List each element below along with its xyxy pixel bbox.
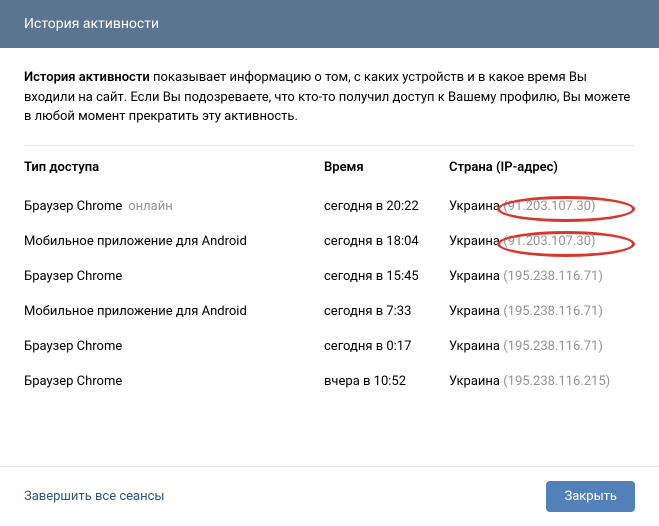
session-time: сегодня в 20:22 [324, 199, 449, 214]
session-country: Украина (91.203.107.30) [449, 234, 635, 249]
country-label: Украина [449, 269, 503, 284]
ip-address: (91.203.107.30) [503, 199, 595, 214]
country-label: Украина [449, 199, 503, 214]
country-label: Украина [449, 339, 503, 354]
description-bold: История активности [24, 70, 150, 85]
modal-body: История активности показывает информацию… [0, 48, 659, 466]
end-all-sessions-button[interactable]: Завершить все сеансы [24, 489, 165, 504]
table-row: Браузер Chrome вчера в 10:52Украина (195.… [24, 364, 635, 399]
country-label: Украина [449, 304, 503, 319]
table-header: Тип доступа Время Страна (IP-адрес) [24, 160, 635, 189]
table-row: Мобильное приложение для Android сегодня … [24, 224, 635, 259]
session-type: Мобильное приложение для Android [24, 234, 324, 249]
ip-address: (91.203.107.30) [503, 234, 595, 249]
session-country: Украина (195.238.116.71) [449, 339, 635, 354]
activity-history-modal: История активности История активности по… [0, 0, 659, 526]
session-type-label: Мобильное приложение для Android [24, 304, 247, 319]
table-row: Браузер Chrome онлайн сегодня в 20:22Украи… [24, 189, 635, 224]
session-country: Украина (195.238.116.215) [449, 374, 635, 389]
ip-address: (195.238.116.71) [503, 339, 603, 354]
session-time: сегодня в 0:17 [324, 339, 449, 354]
session-country: Украина (195.238.116.71) [449, 269, 635, 284]
session-type-label: Браузер Chrome [24, 199, 122, 214]
session-type: Браузер Chrome [24, 339, 324, 354]
table-row: Браузер Chrome сегодня в 0:17Украина (195… [24, 329, 635, 364]
header-time: Время [324, 160, 449, 175]
session-time: сегодня в 18:04 [324, 234, 449, 249]
ip-address: (195.238.116.71) [503, 269, 603, 284]
session-type-label: Браузер Chrome [24, 374, 122, 389]
table-row: Браузер Chrome сегодня в 15:45Украина (19… [24, 259, 635, 294]
description-text: История активности показывает информацию… [24, 68, 635, 127]
session-type: Браузер Chrome [24, 374, 324, 389]
modal-footer: Завершить все сеансы Закрыть [0, 466, 659, 526]
modal-title: История активности [24, 16, 159, 32]
modal-header: История активности [0, 0, 659, 48]
close-button[interactable]: Закрыть [546, 481, 635, 512]
country-label: Украина [449, 234, 503, 249]
sessions-table: Тип доступа Время Страна (IP-адрес) Брау… [24, 160, 635, 399]
session-type: Браузер Chrome [24, 269, 324, 284]
session-type: Мобильное приложение для Android [24, 304, 324, 319]
session-country: Украина (91.203.107.30) [449, 199, 635, 214]
country-label: Украина [449, 374, 503, 389]
session-time: сегодня в 15:45 [324, 269, 449, 284]
session-type-label: Браузер Chrome [24, 339, 122, 354]
online-status: онлайн [128, 199, 173, 214]
session-time: сегодня в 7:33 [324, 304, 449, 319]
header-country: Страна (IP-адрес) [449, 160, 635, 175]
divider [24, 145, 635, 146]
ip-address: (195.238.116.71) [503, 304, 603, 319]
ip-address: (195.238.116.215) [503, 374, 610, 389]
session-country: Украина (195.238.116.71) [449, 304, 635, 319]
table-row: Мобильное приложение для Android сегодня … [24, 294, 635, 329]
session-time: вчера в 10:52 [324, 374, 449, 389]
header-type: Тип доступа [24, 160, 324, 175]
session-type: Браузер Chrome онлайн [24, 199, 324, 214]
session-type-label: Мобильное приложение для Android [24, 234, 247, 249]
session-type-label: Браузер Chrome [24, 269, 122, 284]
